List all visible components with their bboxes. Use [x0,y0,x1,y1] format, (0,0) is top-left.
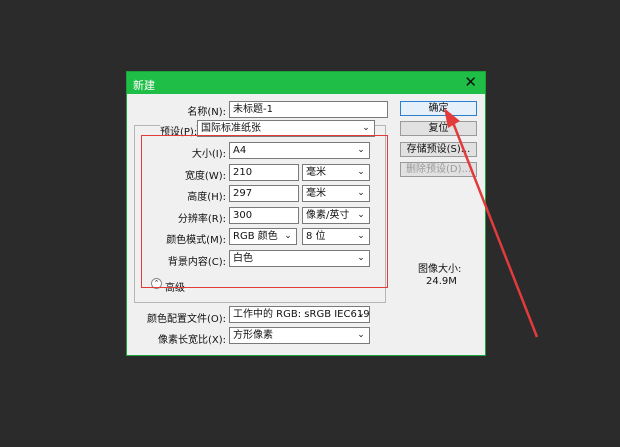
annotation-arrow-head [444,108,460,128]
annotation-arrow [444,108,539,338]
annotation-arrow-shaft [450,119,539,338]
